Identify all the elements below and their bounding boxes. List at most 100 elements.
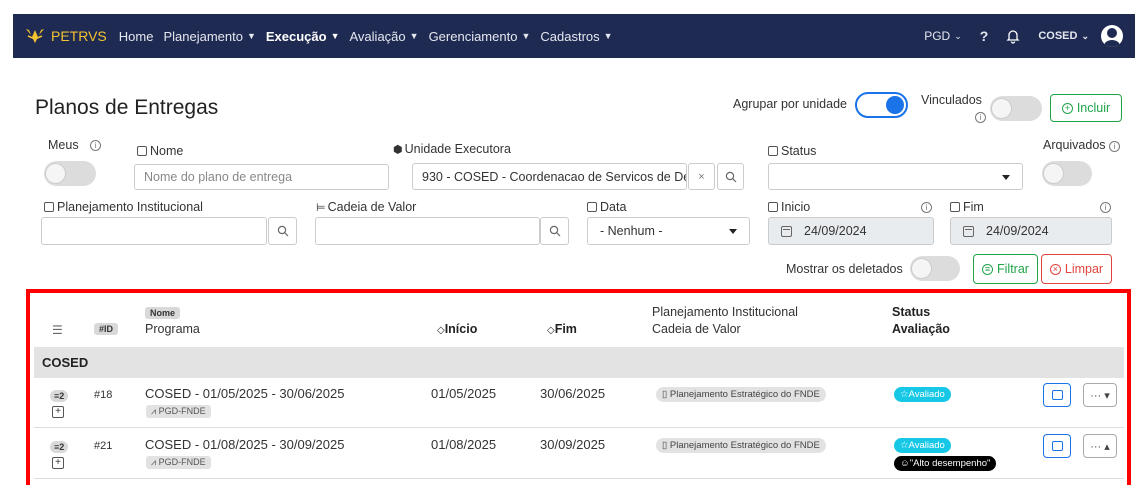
row-inicio: 01/08/2025 xyxy=(431,437,497,452)
status-badge: ☆Avaliado xyxy=(894,387,951,402)
table-row[interactable]: ≡2 + #18 COSED - 01/05/2025 - 30/06/2025… xyxy=(34,378,1124,428)
header-nome-tag-text: Nome xyxy=(145,307,181,319)
header-nome-tag[interactable]: Nome xyxy=(145,305,181,319)
brand[interactable]: PETRVS xyxy=(25,27,119,45)
bell-icon xyxy=(1006,30,1020,44)
nav-planejamento[interactable]: Planejamento ▼ xyxy=(163,29,255,44)
avaliacao-badge: ☺"Alto desempenho" xyxy=(894,456,997,471)
cadeia-filter-label: ⊨ Cadeia de Valor xyxy=(316,200,416,214)
header-fim[interactable]: ◇Fim xyxy=(547,322,577,336)
navbar-bar: PETRVS Home Planejamento ▼ Execução ▼ Aval… xyxy=(13,14,1135,58)
list-icon xyxy=(587,202,597,212)
incluir-button[interactable]: + Incluir xyxy=(1050,94,1122,122)
sort-icon: ◇ xyxy=(547,325,555,336)
user-name: COSED xyxy=(1038,30,1078,42)
open-button[interactable] xyxy=(1043,434,1071,458)
planejamento-search-button[interactable] xyxy=(268,217,297,245)
expand-plus-icon[interactable]: + xyxy=(52,457,64,469)
nav-planejamento-label: Planejamento xyxy=(163,28,243,44)
row-id: #18 xyxy=(94,389,113,401)
cadeia-input[interactable] xyxy=(315,217,540,245)
planejamento-pill: ▯ Planejamento Estratégico do FNDE xyxy=(656,438,826,453)
cadeia-search-button[interactable] xyxy=(540,217,569,245)
cadeia-filter-label-text: Cadeia de Valor xyxy=(327,200,417,214)
header-id[interactable]: #ID xyxy=(94,321,119,335)
arquivados-label-text: Arquivados xyxy=(1043,138,1106,152)
document-icon xyxy=(44,202,54,212)
status-filter-label-text: Status xyxy=(781,144,817,158)
caret-down-icon: ▼ xyxy=(603,31,613,41)
header-planejamento: Planejamento Institucional xyxy=(652,305,798,319)
count-badge[interactable]: ≡2 xyxy=(50,390,69,402)
data-select[interactable]: - Nenhum - xyxy=(587,217,750,245)
header-programa[interactable]: Programa xyxy=(145,322,200,336)
planejamento-filter-label: Planejamento Institucional xyxy=(44,200,203,214)
limpar-label: Limpar xyxy=(1064,262,1104,276)
brand-logo-icon xyxy=(26,29,44,43)
agrupar-toggle[interactable] xyxy=(855,92,908,118)
unidade-input[interactable]: 930 - COSED - Coordenacao de Servicos de… xyxy=(412,163,687,190)
toggle-knob xyxy=(912,259,931,278)
arquivados-toggle[interactable] xyxy=(1042,161,1092,186)
programa-tag: ⩘ PGD-FNDE xyxy=(146,405,211,418)
clear-x-icon: × xyxy=(1049,263,1061,275)
chevron-down-icon: ⌄ xyxy=(954,30,962,41)
nav-gerenciamento[interactable]: Gerenciamento ▼ xyxy=(429,29,531,44)
fim-date-value: 24/09/2024 xyxy=(986,224,1049,238)
header-inicio[interactable]: ◇Início xyxy=(437,322,477,336)
archive-icon xyxy=(1052,441,1063,451)
cube-icon: ⬢ xyxy=(393,144,403,156)
pgd-menu[interactable]: PGD ⌄ xyxy=(924,29,962,43)
meus-toggle[interactable] xyxy=(44,161,96,186)
fim-date-input[interactable]: 24/09/2024 xyxy=(950,217,1112,245)
group-row[interactable]: COSED xyxy=(34,347,1124,378)
status-filter-label: Status xyxy=(768,144,816,158)
filtrar-button[interactable]: ≡ Filtrar xyxy=(973,254,1038,284)
inicio-date-input[interactable]: 24/09/2024 xyxy=(768,217,934,245)
unidade-clear-button[interactable]: × xyxy=(688,163,715,190)
nome-input[interactable]: Nome do plano de entrega xyxy=(134,164,389,190)
user-menu[interactable]: COSED ⌄ xyxy=(1038,30,1089,42)
caret-down-icon: ▼ xyxy=(246,31,256,41)
nav-home-label: Home xyxy=(118,28,154,44)
limpar-button[interactable]: × Limpar xyxy=(1041,254,1112,284)
unidade-search-button[interactable] xyxy=(717,163,744,190)
fim-filter-label: Fim xyxy=(950,200,984,214)
nav-execucao[interactable]: Execução ▼ xyxy=(266,29,340,44)
navbar-right: PGD ⌄ ? COSED ⌄ xyxy=(906,25,1123,47)
help-button[interactable]: ? xyxy=(980,28,989,44)
open-button[interactable] xyxy=(1043,383,1071,407)
list-icon xyxy=(768,146,778,156)
caret-down-icon xyxy=(1002,174,1010,180)
toggle-knob xyxy=(886,96,904,114)
header-fim-text: Fim xyxy=(554,322,577,336)
chart-icon: ⩘ xyxy=(151,406,159,416)
count-badge[interactable]: ≡2 xyxy=(50,441,69,453)
nav-cadastros[interactable]: Cadastros ▼ xyxy=(540,29,612,44)
list-icon[interactable]: ☰ xyxy=(52,323,63,337)
more-options-button[interactable]: ··· ▴ xyxy=(1083,434,1117,458)
notifications-button[interactable] xyxy=(1006,28,1020,44)
nav-avaliacao[interactable]: Avaliação ▼ xyxy=(350,29,419,44)
more-options-button[interactable]: ··· ▾ xyxy=(1083,383,1117,407)
nome-filter-label: Nome xyxy=(137,144,183,158)
header-status: Status xyxy=(892,305,931,319)
meus-label: Meus xyxy=(48,138,79,152)
deletados-toggle[interactable] xyxy=(910,256,960,281)
status-select[interactable] xyxy=(768,163,1023,190)
planejamento-input[interactable] xyxy=(41,217,267,245)
inicio-filter-label-text: Inicio xyxy=(781,200,811,214)
id-card-icon xyxy=(137,146,147,156)
vinculados-label: Vinculados xyxy=(921,93,982,107)
incluir-label: Incluir xyxy=(1076,101,1111,115)
expand-plus-icon[interactable]: + xyxy=(52,406,64,418)
info-icon: i xyxy=(1109,141,1121,152)
agrupar-label: Agrupar por unidade xyxy=(733,97,847,111)
user-avatar-icon[interactable] xyxy=(1101,25,1123,47)
table-row[interactable]: ≡2 + #21 COSED - 01/08/2025 - 30/09/2025… xyxy=(34,429,1124,479)
smile-icon: ☺ xyxy=(900,458,910,469)
toggle-knob xyxy=(46,164,65,183)
nav-home[interactable]: Home xyxy=(119,29,154,44)
header-inicio-text: Início xyxy=(444,322,478,336)
vinculados-toggle[interactable] xyxy=(990,96,1042,121)
